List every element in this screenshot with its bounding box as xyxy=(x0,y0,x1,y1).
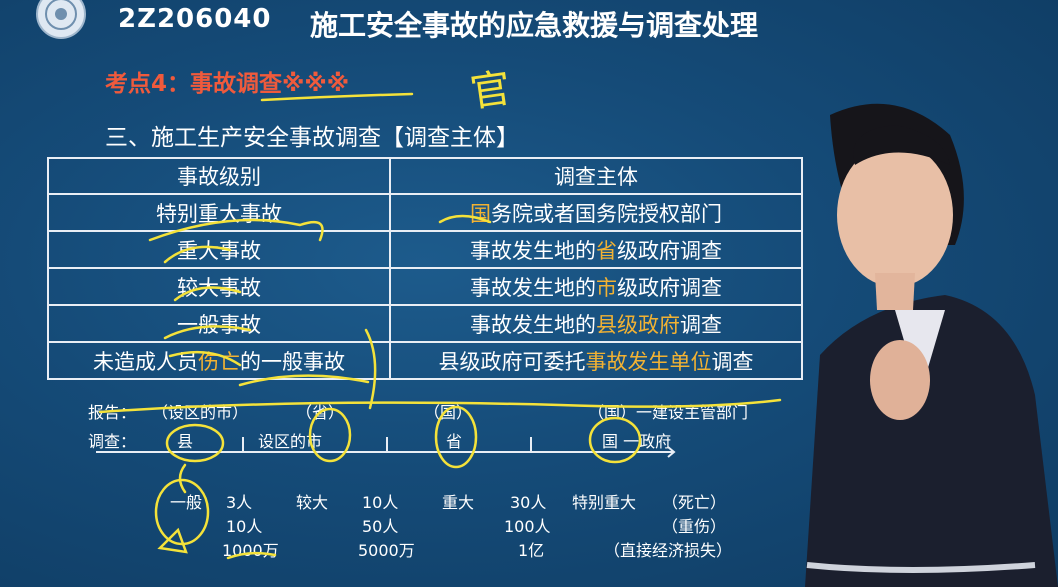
table-header-row: 事故级别 调查主体 xyxy=(47,157,803,195)
body-cell: 事故发生地的省级政府调查 xyxy=(389,230,803,269)
body-highlight: 市 xyxy=(596,275,617,300)
timeline-tick xyxy=(386,437,388,453)
body-text: 事故发生地的 xyxy=(470,275,596,300)
investigation-table: 事故级别 调查主体 特别重大事故 国务院或者国务院授权部门 重大事故 事故发生地… xyxy=(47,157,803,380)
timeline-tick xyxy=(242,437,244,453)
body-cell: 县级政府可委托事故发生单位调查 xyxy=(389,341,803,380)
key-point-heading: 考点4：事故调查※※※ xyxy=(105,71,350,97)
level-cell: 重大事故 xyxy=(47,230,391,269)
page-title: 施工安全事故的应急救援与调查处理 xyxy=(310,9,759,42)
body-highlight: 国 xyxy=(470,201,491,226)
report-item: （设区的市） xyxy=(152,403,249,422)
body-text: 调查 xyxy=(680,312,722,337)
threshold-value: 1亿 xyxy=(518,541,545,560)
level-text: 未造成人员 xyxy=(93,349,198,374)
threshold-value: 30人 xyxy=(510,493,547,512)
table-row: 较大事故 事故发生地的市级政府调查 xyxy=(47,267,803,306)
level-cell: 较大事故 xyxy=(47,267,391,306)
threshold-type: （重伤） xyxy=(662,517,727,536)
presenter-image xyxy=(805,103,1058,587)
report-item: （国） xyxy=(424,403,473,422)
investigate-label: 调查： xyxy=(88,432,137,451)
body-text: 务院或者国务院授权部门 xyxy=(491,201,722,226)
threshold-type: （直接经济损失） xyxy=(604,541,733,560)
handwritten-note: 官 xyxy=(467,65,514,117)
body-cell: 事故发生地的市级政府调查 xyxy=(389,267,803,306)
investigate-item: 设区的市 xyxy=(258,432,323,451)
body-highlight: 事故发生单位 xyxy=(585,349,712,374)
threshold-type: （死亡） xyxy=(662,493,727,512)
level-label: 较大 xyxy=(296,493,329,512)
threshold-value: 100人 xyxy=(504,517,551,536)
section-heading: 三、施工生产安全事故调查【调查主体】 xyxy=(105,125,519,151)
level-cell: 一般事故 xyxy=(47,304,391,343)
level-label: 特别重大 xyxy=(572,493,637,512)
level-cell: 未造成人员伤亡的一般事故 xyxy=(47,341,391,380)
timeline-tick xyxy=(530,437,532,453)
report-item: （国）一建设主管部门 xyxy=(588,403,749,422)
table-row: 重大事故 事故发生地的省级政府调查 xyxy=(47,230,803,269)
body-text: 级政府调查 xyxy=(617,238,722,263)
threshold-value: 3人 xyxy=(226,493,253,512)
lesson-code: 2Z206040 xyxy=(118,4,272,34)
level-text: 的一般事故 xyxy=(240,349,345,374)
level-label: 一般 xyxy=(170,493,203,512)
level-label: 重大 xyxy=(442,493,475,512)
threshold-value: 50人 xyxy=(362,517,399,536)
table-row: 未造成人员伤亡的一般事故 县级政府可委托事故发生单位调查 xyxy=(47,341,803,380)
timeline-axis xyxy=(96,451,670,453)
logo-icon xyxy=(36,0,86,39)
report-item: （省） xyxy=(296,403,345,422)
threshold-value: 10人 xyxy=(362,493,399,512)
table-row: 一般事故 事故发生地的县级政府调查 xyxy=(47,304,803,343)
body-text: 事故发生地的 xyxy=(470,238,596,263)
body-cell: 事故发生地的县级政府调查 xyxy=(389,304,803,343)
column-header-level: 事故级别 xyxy=(47,157,391,195)
threshold-value: 1000万 xyxy=(222,541,279,560)
body-text: 级政府调查 xyxy=(617,275,722,300)
level-highlight: 伤亡 xyxy=(198,349,240,374)
level-cell: 特别重大事故 xyxy=(47,193,391,232)
table-row: 特别重大事故 国务院或者国务院授权部门 xyxy=(47,193,803,232)
threshold-value: 10人 xyxy=(226,517,263,536)
investigate-item: 县 xyxy=(177,432,194,451)
body-highlight: 省 xyxy=(596,238,617,263)
body-text: 事故发生地的 xyxy=(470,312,596,337)
arrow-right-icon xyxy=(660,446,676,458)
threshold-value: 5000万 xyxy=(358,541,415,560)
body-text: 县级政府可委托 xyxy=(438,349,586,374)
body-highlight: 县级政府 xyxy=(596,312,680,337)
report-label: 报告： xyxy=(88,403,137,422)
column-header-body: 调查主体 xyxy=(389,157,803,195)
body-cell: 国务院或者国务院授权部门 xyxy=(389,193,803,232)
investigate-item: 省 xyxy=(446,432,463,451)
